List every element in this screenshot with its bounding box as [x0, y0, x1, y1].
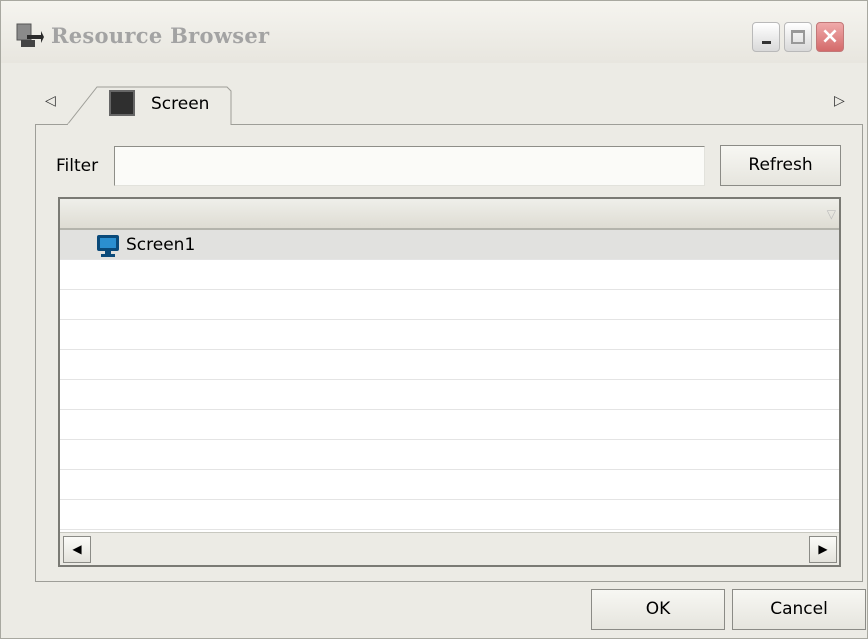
app-icon	[16, 23, 44, 47]
refresh-button[interactable]: Refresh	[720, 145, 841, 186]
minimize-icon	[762, 41, 771, 44]
scroll-right-button[interactable]: ▶	[809, 536, 837, 563]
monitor-icon	[97, 235, 119, 257]
empty-row	[60, 470, 839, 500]
filter-label: Filter	[56, 156, 99, 176]
scroll-left-button[interactable]: ◀	[63, 536, 91, 563]
empty-row	[60, 410, 839, 440]
sort-indicator-icon: ▽	[826, 207, 836, 221]
filter-input[interactable]	[114, 146, 705, 186]
scroll-track[interactable]	[91, 536, 809, 563]
ok-button[interactable]: OK	[591, 589, 725, 630]
minimize-button[interactable]	[752, 22, 780, 52]
title-bar[interactable]: Resource Browser ×	[1, 1, 867, 63]
empty-row	[60, 260, 839, 290]
tab-screen[interactable]: Screen	[67, 85, 232, 125]
window-title: Resource Browser	[51, 23, 270, 48]
cancel-button[interactable]: Cancel	[732, 589, 866, 630]
empty-row	[60, 320, 839, 350]
list-item-label: Screen1	[126, 235, 196, 255]
resource-list[interactable]: ▽ Screen1 ◀ ▶	[58, 197, 841, 567]
maximize-button[interactable]	[784, 22, 812, 52]
resource-browser-window: Resource Browser × ◁ ▷ Screen Filter Ref…	[0, 0, 868, 639]
list-item[interactable]: Screen1	[60, 230, 839, 260]
tab-scroll-left-icon[interactable]: ◁	[45, 93, 56, 109]
empty-row	[60, 500, 839, 530]
horizontal-scrollbar[interactable]: ◀ ▶	[60, 532, 839, 565]
list-rows: Screen1	[60, 230, 839, 530]
empty-row	[60, 290, 839, 320]
close-icon: ×	[820, 24, 840, 49]
empty-row	[60, 440, 839, 470]
empty-row	[60, 380, 839, 410]
close-button[interactable]: ×	[816, 22, 844, 52]
screen-icon	[109, 90, 135, 116]
empty-row	[60, 350, 839, 380]
tab-scroll-right-icon[interactable]: ▷	[834, 93, 845, 109]
list-header[interactable]: ▽	[60, 199, 839, 230]
maximize-icon	[791, 30, 805, 44]
tab-label: Screen	[151, 94, 210, 114]
